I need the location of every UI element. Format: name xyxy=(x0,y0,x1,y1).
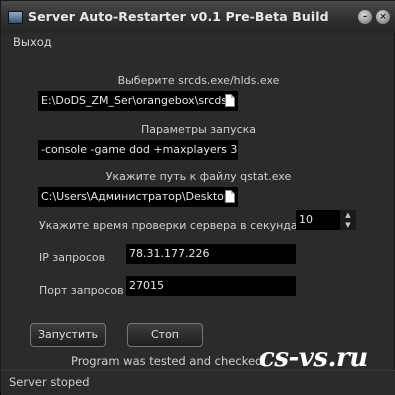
launch-params-field[interactable]: -console -game dod +maxplayers 32 +map xyxy=(38,140,238,160)
close-icon[interactable]: × xyxy=(376,10,390,24)
status-text: Server stoped xyxy=(9,375,90,389)
exe-path-field[interactable]: E:\DoDS_ZM_Ser\orangebox\srcds. xyxy=(38,91,238,111)
app-window: Server Auto-Restarter v0.1 Pre-Beta Buil… xyxy=(0,0,395,395)
port-label: Порт запросов xyxy=(39,284,124,297)
interval-value: 10 xyxy=(299,213,313,226)
menu-exit[interactable]: Выход xyxy=(13,35,52,49)
app-icon xyxy=(8,11,23,24)
qstat-label: Укажите путь к файлу qstat.exe xyxy=(105,170,292,183)
spin-down-icon[interactable]: ▼ xyxy=(340,220,356,230)
ip-value: 78.31.177.226 xyxy=(129,247,210,260)
exe-path-value: E:\DoDS_ZM_Ser\orangebox\srcds. xyxy=(41,94,231,107)
watermark-logo: cs-vs.ru xyxy=(259,343,368,373)
launch-params-value: -console -game dod +maxplayers 32 +map xyxy=(41,143,238,156)
qstat-path-value: C:\Users\Администратор\Desktop\ xyxy=(41,190,235,203)
browse-file-icon[interactable] xyxy=(225,190,235,203)
menu-bar: Выход xyxy=(1,33,395,53)
status-bar: Server stoped xyxy=(1,370,395,395)
params-label: Параметры запуска xyxy=(140,123,257,136)
start-button[interactable]: Запустить xyxy=(30,323,106,347)
ip-label: IP запросов xyxy=(39,251,106,264)
ip-field[interactable]: 78.31.177.226 xyxy=(126,244,296,264)
spin-buttons: ▲ ▼ xyxy=(340,210,356,230)
spin-up-icon[interactable]: ▲ xyxy=(340,210,356,220)
qstat-path-field[interactable]: C:\Users\Администратор\Desktop\ xyxy=(38,187,238,207)
exe-label: Выберите srcds.exe/hlds.exe xyxy=(117,74,280,87)
tested-note: Program was tested and checked xyxy=(71,354,263,368)
minimize-icon[interactable]: – xyxy=(358,10,372,24)
title-bar: Server Auto-Restarter v0.1 Pre-Beta Buil… xyxy=(1,1,395,33)
port-field[interactable]: 27015 xyxy=(126,276,296,296)
interval-spinbox[interactable]: 10 ▲ ▼ xyxy=(296,210,356,230)
stop-button[interactable]: Стоп xyxy=(127,323,203,347)
interval-label: Укажите время проверки сервера в секунда… xyxy=(39,219,305,232)
window-title: Server Auto-Restarter v0.1 Pre-Beta Buil… xyxy=(28,9,329,24)
port-value: 27015 xyxy=(129,279,164,292)
browse-file-icon[interactable] xyxy=(225,94,235,107)
